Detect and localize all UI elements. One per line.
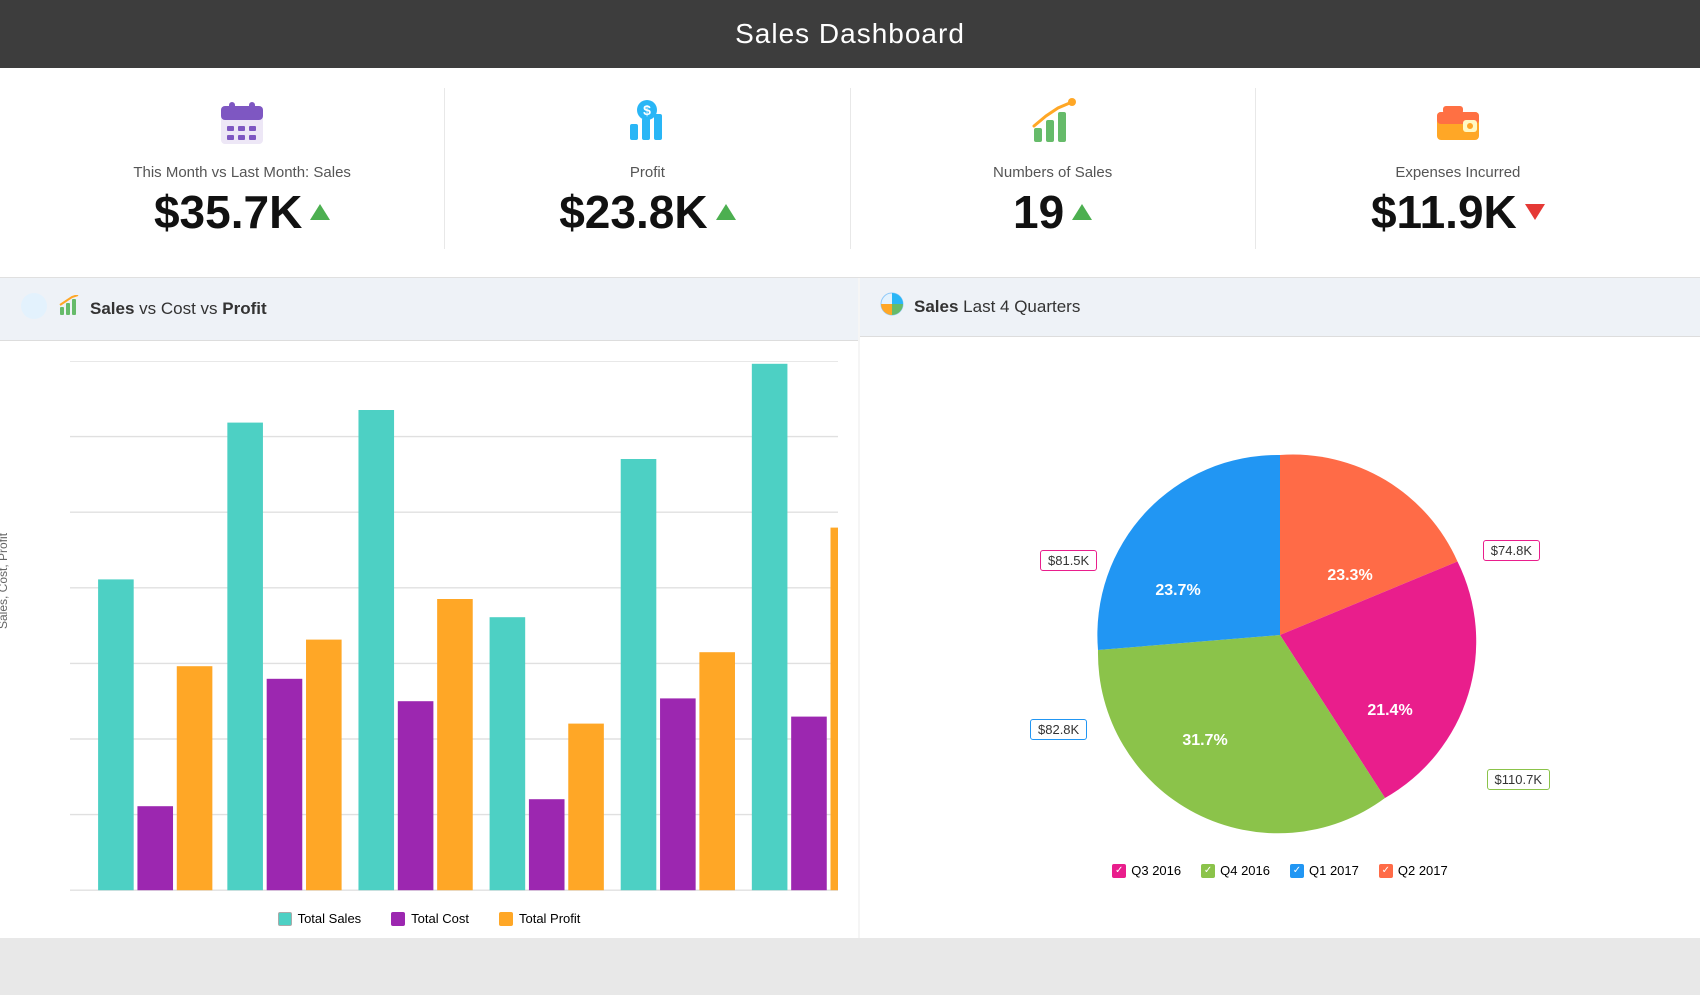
pie-label-q1: $82.8K <box>1030 719 1087 740</box>
kpi-profit-trend-icon <box>716 204 736 220</box>
bar-chart-header-icon2 <box>58 295 80 323</box>
kpi-expenses: Expenses Incurred $11.9K <box>1255 88 1660 249</box>
bar-chart-header: 💰 Sales vs Cost vs Profit <box>0 278 858 341</box>
chart-up-icon <box>1028 98 1078 158</box>
header-title: Sales Dashboard <box>735 18 965 49</box>
legend-total-sales: Total Sales <box>278 911 362 926</box>
pie-chart-icon <box>880 292 904 322</box>
kpi-sales-trend-icon <box>310 204 330 220</box>
kpi-profit-label: Profit <box>630 164 665 181</box>
bar-chart-body: Sales, Cost, Profit $35K $30K $25K $20K <box>0 341 858 938</box>
svg-text:31.7%: 31.7% <box>1182 732 1227 749</box>
profit-icon: $ <box>622 98 672 158</box>
pie-chart-header: Sales Last 4 Quarters <box>860 278 1700 337</box>
legend-total-profit: Total Profit <box>499 911 580 926</box>
wallet-icon <box>1433 98 1483 158</box>
kpi-sales: This Month vs Last Month: Sales $35.7K <box>40 88 444 249</box>
kpi-numsales-label: Numbers of Sales <box>993 164 1112 181</box>
header: Sales Dashboard <box>0 0 1700 68</box>
kpi-numsales-value: 19 <box>1013 185 1092 239</box>
charts-row: 💰 Sales vs Cost vs Profit Sales, Cost, P… <box>0 278 1700 938</box>
pie-chart-panel: Sales Last 4 Quarters <box>860 278 1700 938</box>
bar-chart-icon: 💰 <box>20 292 48 326</box>
kpi-row: This Month vs Last Month: Sales $35.7K $… <box>0 68 1700 278</box>
pie-label-q3: $74.8K <box>1483 540 1540 561</box>
svg-text:$: $ <box>643 102 651 118</box>
pie-chart-body: 23.3% 21.4% 31.7% 23.7% $81.5K $74.8K $1… <box>860 337 1700 938</box>
svg-text:21.4%: 21.4% <box>1367 702 1412 719</box>
kpi-expenses-trend-icon <box>1525 204 1545 220</box>
calendar-icon <box>217 98 267 158</box>
kpi-sales-label: This Month vs Last Month: Sales <box>133 164 351 181</box>
kpi-expenses-label: Expenses Incurred <box>1395 164 1520 181</box>
legend-total-cost: Total Cost <box>391 911 469 926</box>
bar-chart-panel: 💰 Sales vs Cost vs Profit Sales, Cost, P… <box>0 278 858 938</box>
kpi-numsales: Numbers of Sales 19 <box>850 88 1255 249</box>
pie-chart-title: Sales Last 4 Quarters <box>914 297 1080 317</box>
kpi-profit: $ Profit $23.8K <box>444 88 849 249</box>
kpi-numsales-trend-icon <box>1072 204 1092 220</box>
bar-chart-title: Sales vs Cost vs Profit <box>90 299 267 319</box>
kpi-sales-value: $35.7K <box>154 185 330 239</box>
svg-text:23.7%: 23.7% <box>1155 582 1200 599</box>
pie-label-q2: $81.5K <box>1040 550 1097 571</box>
bar-chart-legend: Total Sales Total Cost Total Profit <box>0 903 858 938</box>
kpi-expenses-value: $11.9K <box>1371 185 1545 239</box>
svg-text:23.3%: 23.3% <box>1327 567 1372 584</box>
y-axis-label: Sales, Cost, Profit <box>0 533 10 629</box>
kpi-profit-value: $23.8K <box>559 185 735 239</box>
pie-label-q4: $110.7K <box>1487 769 1550 790</box>
